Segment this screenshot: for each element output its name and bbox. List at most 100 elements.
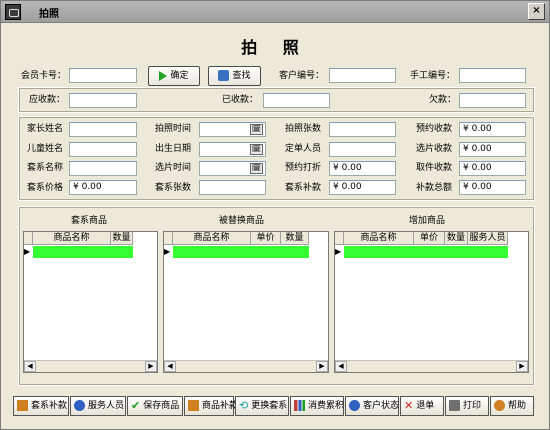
amount-due-field — [69, 93, 137, 108]
package-count-label: 套系张数 — [155, 183, 192, 193]
horizontal-scrollbar[interactable]: ◀ ▶ — [24, 360, 157, 372]
package-price-field[interactable]: ¥ 0.00 — [69, 180, 137, 195]
person-icon — [74, 400, 85, 411]
button-label: 商品补款 — [202, 401, 239, 411]
change-package-button[interactable]: ⟲ 更换套系 — [235, 396, 289, 416]
person-icon — [349, 400, 360, 411]
amount-received-label: 已收款： — [222, 95, 259, 105]
pickup-received-field[interactable]: ¥ 0.00 — [459, 161, 526, 176]
parent-name-input[interactable] — [69, 122, 137, 137]
row-marker: ▶ — [335, 247, 342, 256]
goods-supplement-button[interactable]: 商品补款 — [184, 396, 238, 416]
table-row[interactable] — [33, 246, 133, 258]
added-goods-grid[interactable]: 商品名称 单价 数量 服务人员 ▶ ◀ ▶ — [334, 231, 529, 373]
package-count-field[interactable] — [199, 180, 266, 195]
scroll-right-button[interactable]: ▶ — [316, 361, 328, 372]
booking-received-field[interactable]: ¥ 0.00 — [459, 122, 526, 137]
button-label: 更换套系 — [251, 401, 288, 411]
button-label: 客户状态 — [363, 401, 400, 411]
scroll-left-button[interactable]: ◀ — [335, 361, 347, 372]
button-label: 帮助 — [508, 401, 527, 411]
scroll-left-button[interactable]: ◀ — [24, 361, 36, 372]
money-icon — [17, 400, 28, 411]
manual-no-label: 手工编号： — [410, 71, 456, 81]
table-row[interactable] — [173, 246, 309, 258]
package-goods-grid[interactable]: 商品名称 数量 ▶ ◀ ▶ — [23, 231, 158, 373]
column-header[interactable]: 商品名称 — [173, 232, 251, 245]
child-name-label: 儿童姓名 — [27, 144, 64, 154]
member-card-input[interactable] — [69, 68, 137, 83]
photo-count-field[interactable] — [329, 122, 396, 137]
supplement-total-label: 补款总额 — [416, 183, 453, 193]
replaced-goods-grid[interactable]: 商品名称 单价 数量 ▶ ◀ ▶ — [163, 231, 329, 373]
column-header[interactable]: 商品名称 — [33, 232, 111, 245]
parent-name-label: 家长姓名 — [27, 124, 64, 134]
photo-window: 拍照 × 拍 照 会员卡号： 确定 查找 客户编号： 手工编号： 应收款： 已收… — [0, 0, 550, 430]
manual-no-field[interactable] — [459, 68, 526, 83]
amount-owed-label: 欠款： — [429, 95, 457, 105]
select-received-label: 选片收款 — [416, 144, 453, 154]
package-name-input[interactable] — [69, 161, 137, 176]
horizontal-scrollbar[interactable]: ◀ ▶ — [164, 360, 328, 372]
package-supplement-label: 套系补款 — [285, 183, 322, 193]
customer-no-field[interactable] — [329, 68, 396, 83]
package-goods-title: 套系商品 — [71, 216, 108, 226]
refund-order-button[interactable]: ✕ 退单 — [400, 396, 444, 416]
birth-date-label: 出生日期 — [155, 144, 192, 154]
service-staff-button[interactable]: 服务人员 — [70, 396, 126, 416]
button-label: 套系补款 — [31, 401, 68, 411]
title-bar: 拍照 × — [1, 1, 549, 23]
horizontal-scrollbar[interactable]: ◀ ▶ — [335, 360, 528, 372]
confirm-button[interactable]: 确定 — [148, 66, 200, 86]
pickup-received-label: 取件收款 — [416, 163, 453, 173]
close-button[interactable]: × — [528, 3, 545, 20]
calendar-icon[interactable]: 🗓 — [250, 124, 263, 135]
child-name-input[interactable] — [69, 142, 137, 157]
birth-date-input[interactable]: 🗓 — [199, 142, 266, 157]
button-label: 退单 — [416, 401, 435, 411]
column-header[interactable]: 数量 — [281, 232, 309, 245]
window-title: 拍照 — [39, 9, 59, 20]
column-header[interactable]: 商品名称 — [344, 232, 414, 245]
customer-status-button[interactable]: 客户状态 — [345, 396, 399, 416]
search-label: 查找 — [232, 71, 251, 81]
play-icon — [159, 70, 168, 81]
package-supplement-button[interactable]: 套系补款 — [13, 396, 69, 416]
column-header[interactable]: 数量 — [111, 232, 133, 245]
calendar-icon[interactable]: 🗓 — [250, 144, 263, 155]
check-icon: ✔ — [131, 399, 141, 412]
scroll-right-button[interactable]: ▶ — [516, 361, 528, 372]
swap-icon: ⟲ — [239, 399, 249, 412]
column-header[interactable]: 数量 — [445, 232, 468, 245]
scroll-right-button[interactable]: ▶ — [145, 361, 157, 372]
order-staff-field[interactable] — [329, 142, 396, 157]
confirm-label: 确定 — [170, 71, 189, 81]
search-button[interactable]: 查找 — [208, 66, 261, 86]
select-time-input[interactable]: 🗓 — [199, 161, 266, 176]
calendar-icon[interactable]: 🗓 — [250, 163, 263, 174]
camera-icon — [5, 4, 21, 20]
booking-discount-field[interactable]: ¥ 0.00 — [329, 161, 396, 176]
help-button[interactable]: 帮助 — [490, 396, 534, 416]
search-icon — [218, 70, 230, 81]
replaced-goods-title: 被替换商品 — [219, 216, 265, 226]
column-header[interactable]: 服务人员 — [468, 232, 508, 245]
column-header[interactable]: 单价 — [251, 232, 281, 245]
photo-time-input[interactable]: 🗓 — [199, 122, 266, 137]
column-header[interactable]: 单价 — [414, 232, 445, 245]
x-icon: ✕ — [404, 399, 414, 412]
button-label: 保存商品 — [143, 401, 180, 411]
package-price-label: 套系价格 — [27, 183, 64, 193]
save-goods-button[interactable]: ✔ 保存商品 — [127, 396, 183, 416]
consumption-total-button[interactable]: 消费累积 — [290, 396, 344, 416]
button-label: 打印 — [463, 401, 482, 411]
scroll-left-button[interactable]: ◀ — [164, 361, 176, 372]
print-button[interactable]: 打印 — [445, 396, 489, 416]
row-marker: ▶ — [164, 247, 171, 256]
grid-corner — [335, 232, 344, 245]
table-row[interactable] — [344, 246, 508, 258]
row-marker: ▶ — [24, 247, 31, 256]
supplement-total-field[interactable]: ¥ 0.00 — [459, 180, 526, 195]
package-supplement-field[interactable]: ¥ 0.00 — [329, 180, 396, 195]
select-received-field[interactable]: ¥ 0.00 — [459, 142, 526, 157]
